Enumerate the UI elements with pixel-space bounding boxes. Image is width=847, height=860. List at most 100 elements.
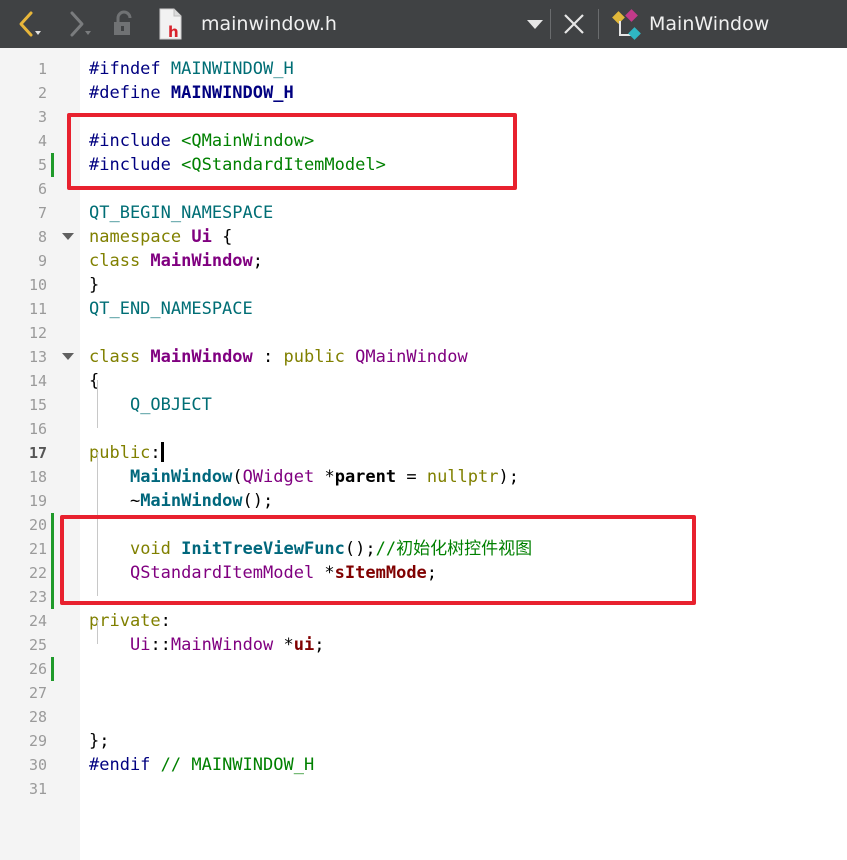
code-text: private: xyxy=(89,609,171,633)
code-line[interactable]: 14{ xyxy=(0,369,847,393)
line-number: 14 xyxy=(28,372,47,390)
code-text: class MainWindow; xyxy=(89,249,263,273)
code-token: private xyxy=(89,611,161,631)
change-marker xyxy=(51,513,54,537)
code-text: #define MAINWINDOW_H xyxy=(89,81,294,105)
code-token: { xyxy=(211,227,233,247)
line-number: 29 xyxy=(28,732,47,750)
line-number: 7 xyxy=(37,204,47,222)
line-number: 21 xyxy=(28,540,47,558)
lock-icon[interactable] xyxy=(105,0,141,48)
change-marker xyxy=(51,585,54,609)
text-cursor xyxy=(160,442,164,462)
code-line[interactable]: 16 xyxy=(0,417,847,441)
code-text: class MainWindow : public QMainWindow xyxy=(89,345,468,369)
code-token: MainWindow xyxy=(150,347,253,367)
code-token: MainWindow xyxy=(129,467,233,487)
line-number: 11 xyxy=(28,300,47,318)
code-text: #ifndef MAINWINDOW_H xyxy=(89,57,294,81)
code-token: class xyxy=(89,251,151,271)
code-token: (); xyxy=(242,491,274,511)
code-editor[interactable]: 1 #ifndef MAINWINDOW_H 2 #define MAINWINDOW… xyxy=(0,48,847,860)
code-line[interactable]: 10} xyxy=(0,273,847,297)
code-text: Q_OBJECT xyxy=(89,393,212,417)
code-line[interactable]: 11 QT_END_NAMESPACE xyxy=(0,297,847,321)
code-token: ; xyxy=(252,251,264,271)
dropdown-icon[interactable] xyxy=(520,0,550,48)
code-line[interactable]: 27 xyxy=(0,681,847,705)
line-number: 4 xyxy=(37,132,47,150)
back-arrow-icon[interactable] xyxy=(8,0,48,48)
code-token: class xyxy=(89,347,151,367)
code-token: QMainWindow xyxy=(355,347,468,367)
code-line[interactable]: 18 MainWindow(QWidget *parent = nullptr)… xyxy=(0,465,847,489)
code-line[interactable]: 29}; xyxy=(0,729,847,753)
code-line[interactable]: 25 Ui::MainWindow *ui; xyxy=(0,633,847,657)
line-number: 26 xyxy=(28,660,47,678)
code-token: Ui xyxy=(129,635,151,655)
code-text: ~MainWindow(); xyxy=(89,489,273,513)
code-token: : xyxy=(160,611,171,631)
code-line[interactable]: 24 private: xyxy=(0,609,847,633)
change-marker xyxy=(51,657,54,681)
code-line[interactable]: 8 namespace Ui { xyxy=(0,225,847,249)
line-number: 1 xyxy=(37,60,47,78)
line-number: 6 xyxy=(37,180,47,198)
code-line[interactable]: 15 Q_OBJECT xyxy=(0,393,847,417)
code-token: : xyxy=(150,443,161,463)
code-token: QT_BEGIN_NAMESPACE xyxy=(89,203,274,223)
annotation-box-members xyxy=(60,515,696,605)
line-number: 16 xyxy=(28,420,47,438)
line-number: 9 xyxy=(37,252,47,270)
code-text: } xyxy=(89,273,99,297)
fold-arrow-icon[interactable] xyxy=(62,353,74,360)
code-text: QT_END_NAMESPACE xyxy=(89,297,253,321)
code-line[interactable]: 26 xyxy=(0,657,847,681)
code-token: namespace xyxy=(89,227,192,247)
code-token: public xyxy=(89,443,151,463)
file-name-label[interactable]: mainwindow.h xyxy=(201,0,337,48)
code-line[interactable]: 13 class MainWindow : public QMainWindow xyxy=(0,345,847,369)
close-icon[interactable] xyxy=(556,0,592,48)
code-token: public xyxy=(283,347,356,367)
code-token: nullptr xyxy=(426,467,499,487)
code-line[interactable]: 7 QT_BEGIN_NAMESPACE xyxy=(0,201,847,225)
code-token: ui xyxy=(293,635,315,655)
current-symbol-label[interactable]: MainWindow xyxy=(649,0,769,48)
change-marker xyxy=(51,561,54,585)
code-token: ( xyxy=(232,467,243,487)
indent-guide xyxy=(97,620,98,644)
code-line[interactable]: 31 xyxy=(0,777,847,801)
line-number: 10 xyxy=(28,276,47,294)
line-number: 24 xyxy=(28,612,47,630)
code-token: QT_END_NAMESPACE xyxy=(89,299,253,319)
code-line[interactable]: 1 #ifndef MAINWINDOW_H xyxy=(0,57,847,81)
code-token: Q_OBJECT xyxy=(129,395,212,415)
fold-arrow-icon[interactable] xyxy=(62,233,74,240)
code-line[interactable]: 30 #endif // MAINWINDOW_H xyxy=(0,753,847,777)
code-line[interactable]: 28 xyxy=(0,705,847,729)
code-token: MainWindow xyxy=(140,491,243,511)
code-line[interactable]: 19 ~MainWindow(); xyxy=(0,489,847,513)
code-text: namespace Ui { xyxy=(89,225,232,249)
code-token: } xyxy=(89,275,100,295)
line-number: 13 xyxy=(28,348,47,366)
change-marker xyxy=(51,537,54,561)
code-token: MainWindow xyxy=(170,635,274,655)
code-line[interactable]: 9 class MainWindow; xyxy=(0,249,847,273)
code-text: }; xyxy=(89,729,109,753)
forward-arrow-icon[interactable] xyxy=(58,0,98,48)
line-number: 22 xyxy=(28,564,47,582)
line-number: 31 xyxy=(28,780,47,798)
code-token: QWidget xyxy=(242,467,315,487)
code-line[interactable]: 2 #define MAINWINDOW_H xyxy=(0,81,847,105)
code-token: ); xyxy=(498,467,519,487)
code-token: Ui xyxy=(191,227,212,247)
line-number: 8 xyxy=(37,228,47,246)
code-line[interactable]: 12 xyxy=(0,321,847,345)
code-token: MAINWINDOW_H xyxy=(170,59,294,79)
code-line[interactable]: 17 public: xyxy=(0,441,847,465)
line-number: 25 xyxy=(28,636,47,654)
